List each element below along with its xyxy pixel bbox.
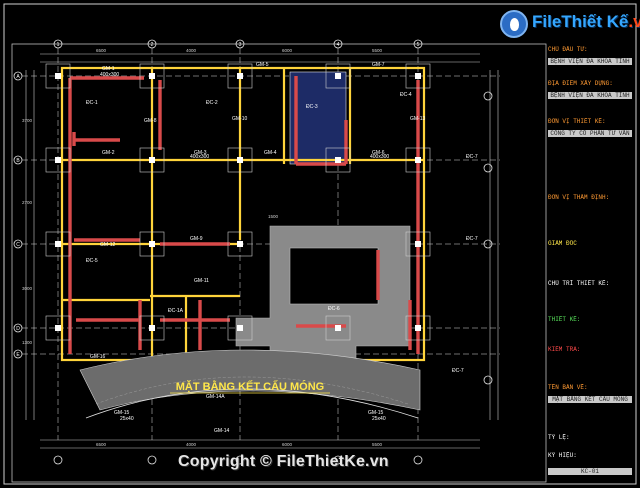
foundation-plan-drawing[interactable]: GM-1 GM-5 GM-7 GM-8 GM-10 GM-13 GM-2 GM-…	[0, 0, 640, 488]
copyright-watermark: Copyright © FileThietKe.vn	[178, 453, 389, 470]
plan-title: MẶT BẰNG KẾT CẤU MÓNG	[176, 380, 325, 393]
dimension-text: 6500	[96, 48, 107, 53]
axis-label: 4	[337, 42, 340, 48]
dimension-text: 6000	[282, 442, 293, 447]
beam-label: GM-14	[214, 428, 230, 434]
beam-label: GM-2	[102, 150, 115, 156]
beam-label: GM-13	[410, 116, 426, 122]
title-block-row: TÊN BẢN VẼ:	[548, 384, 588, 391]
pile-cap-label: ĐC-1	[86, 100, 98, 106]
title-block-row: KIỂM TRA:	[548, 346, 581, 353]
site-name-domain: .vn	[628, 12, 640, 31]
axis-label: B	[16, 158, 20, 164]
beam-label: GM-8	[144, 118, 157, 124]
pile-cap-label: ĐC-2	[206, 100, 218, 106]
dimension-text: 4000	[186, 48, 197, 53]
pile-cap-label: ĐC-5	[86, 258, 98, 264]
beam-label: GM-14A	[206, 394, 225, 400]
title-block-row: KÝ HIỆU:	[548, 452, 577, 459]
title-block-row: BỆNH VIỆN ĐA KHOA TỈNH	[548, 92, 632, 99]
axis-label: 5	[417, 42, 420, 48]
title-block-row: MẶT BẰNG KẾT CẤU MÓNG	[548, 396, 632, 403]
axis-label: 2	[151, 42, 154, 48]
site-name-file: File	[532, 12, 562, 31]
title-block-row: KC-01	[548, 468, 632, 475]
axis-label: 3	[239, 42, 242, 48]
pile-cap-label: ĐC-6	[328, 306, 340, 312]
dimension-text: 5500	[372, 48, 383, 53]
pile-cap-label: ĐC-1A	[168, 308, 184, 314]
dimension-text: 6000	[282, 48, 293, 53]
beam-size-label: 400x300	[100, 72, 119, 78]
beam-label: GM-12	[100, 242, 116, 248]
cad-viewport[interactable]: GM-1 GM-5 GM-7 GM-8 GM-10 GM-13 GM-2 GM-…	[0, 0, 640, 488]
title-block-row: BỆNH VIỆN ĐA KHOA TỈNH	[548, 58, 632, 65]
title-block-row: THIẾT KẾ:	[548, 316, 581, 323]
beam-size-label: 400x300	[370, 154, 389, 160]
beam-label: GM-9	[190, 236, 203, 242]
axis-label: 1	[57, 42, 60, 48]
column-size-label: 25x40	[120, 416, 134, 422]
axis-label: C	[16, 242, 20, 248]
title-block-row: TỶ LỆ:	[548, 434, 570, 441]
droplet-logo-icon	[500, 10, 528, 38]
site-name: FileThiết Kế.vn	[532, 12, 640, 32]
pile-cap-label: ĐC-7	[466, 236, 478, 242]
axis-label: D	[16, 326, 20, 332]
pile-cap-label: ĐC-7	[466, 154, 478, 160]
stair-core	[289, 71, 347, 165]
title-block-row: GIÁM ĐỐC	[548, 240, 577, 247]
title-block-row: CHỦ TRÌ THIẾT KẾ:	[548, 280, 610, 287]
dimension-text: 3700	[22, 118, 33, 123]
dimension-text: 6500	[96, 442, 107, 447]
axis-label: A	[16, 74, 20, 80]
dimension-text: 5500	[372, 442, 383, 447]
column-size-label: 25x40	[372, 416, 386, 422]
beam-label: GM-5	[256, 62, 269, 68]
site-name-thietke: Thiết Kế	[561, 12, 629, 31]
beam-label: GM-10	[232, 116, 248, 122]
pile-cap-label: ĐC-3	[306, 104, 318, 110]
beam-label: GM-11	[194, 278, 209, 284]
title-block-row: CÔNG TY CỔ PHẦN TƯ VẤN	[548, 130, 632, 137]
title-block-row: ĐƠN VỊ THẨM ĐỊNH:	[548, 194, 610, 201]
beam-size-label: 400x300	[190, 154, 209, 160]
dimension-text: 1500	[268, 214, 279, 219]
dimension-text: 1300	[22, 340, 33, 345]
dimension-text: 4000	[186, 442, 197, 447]
title-block-row: CHỦ ĐẦU TƯ:	[548, 46, 588, 53]
site-logo[interactable]: FileThiết Kế.vn	[498, 8, 640, 42]
pile-cap-label: ĐC-7	[452, 368, 464, 374]
dimension-text: 2700	[22, 200, 33, 205]
title-block-row: ĐƠN VỊ THIẾT KẾ:	[548, 118, 606, 125]
axis-label: E	[16, 352, 20, 358]
beam-label: GM-7	[372, 62, 385, 68]
dimension-text: 3000	[22, 286, 33, 291]
beam-label: GM-4	[264, 150, 277, 156]
pile-cap-label: ĐC-4	[400, 92, 412, 98]
beam-label: GM-16	[90, 354, 106, 360]
title-block-row: ĐỊA ĐIỂM XÂY DỰNG:	[548, 80, 613, 87]
slab-cutout	[289, 247, 379, 305]
title-block: CHỦ ĐẦU TƯ: BỆNH VIỆN ĐA KHOA TỈNH ĐỊA Đ…	[548, 44, 632, 484]
